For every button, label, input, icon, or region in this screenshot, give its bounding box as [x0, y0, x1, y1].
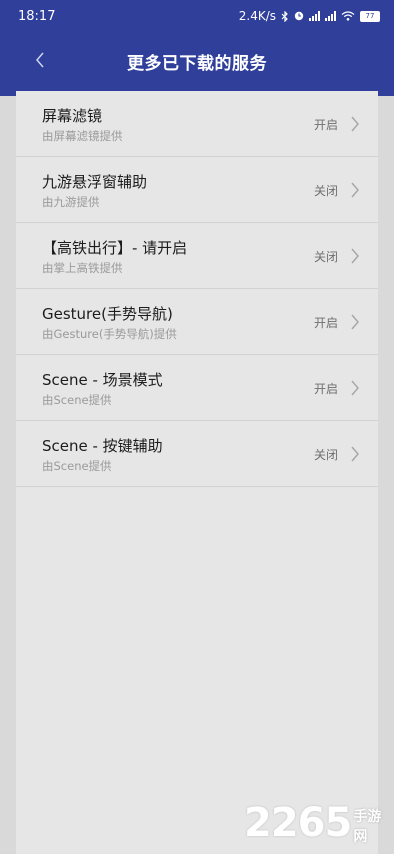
service-status: 关闭	[313, 184, 338, 198]
watermark-text: 手游网	[353, 809, 382, 845]
status-bar: 18:17 2.4K/s 77	[0, 0, 394, 32]
wifi-icon	[341, 11, 355, 21]
service-provider: 由掌上高铁提供	[42, 261, 123, 275]
service-status: 开启	[313, 316, 338, 330]
service-name: 屏幕滤镜	[42, 107, 103, 125]
list-item[interactable]: Scene - 场景模式 由Scene提供 开启	[16, 355, 378, 421]
service-status: 开启	[313, 118, 338, 132]
service-name: 【高铁出行】- 请开启	[42, 239, 188, 257]
list-item[interactable]: 【高铁出行】- 请开启 由掌上高铁提供 关闭	[16, 223, 378, 289]
page-title: 更多已下载的服务	[127, 54, 267, 74]
service-provider: 由Gesture(手势导航)提供	[42, 327, 177, 341]
signal-icon-1	[309, 11, 320, 21]
service-name: Scene - 按键辅助	[42, 437, 163, 455]
service-name: Scene - 场景模式	[42, 371, 163, 389]
list-item[interactable]: Gesture(手势导航) 由Gesture(手势导航)提供 开启	[16, 289, 378, 355]
watermark-number: 2265	[244, 800, 352, 846]
status-icons: 2.4K/s 77	[239, 9, 380, 23]
status-time: 18:17	[18, 8, 56, 24]
service-provider: 由Scene提供	[42, 393, 112, 407]
services-panel: 屏幕滤镜 由屏幕滤镜提供 开启 九游悬浮窗辅助 由九游提供 关闭 【高铁出行】-…	[16, 91, 378, 854]
chevron-right-icon	[351, 116, 359, 132]
site-watermark: 2265 手游网	[244, 800, 394, 846]
bluetooth-icon	[281, 10, 288, 22]
chevron-right-icon	[351, 446, 359, 462]
service-status: 开启	[313, 382, 338, 396]
alarm-icon	[294, 11, 304, 21]
chevron-right-icon	[351, 248, 359, 264]
list-item[interactable]: 屏幕滤镜 由屏幕滤镜提供 开启	[16, 91, 378, 157]
network-speed: 2.4K/s	[238, 9, 276, 23]
services-list: 屏幕滤镜 由屏幕滤镜提供 开启 九游悬浮窗辅助 由九游提供 关闭 【高铁出行】-…	[16, 91, 378, 487]
service-status: 关闭	[313, 250, 338, 264]
service-status: 关闭	[313, 448, 338, 462]
battery-icon: 77	[360, 10, 380, 22]
list-item[interactable]: Scene - 按键辅助 由Scene提供 关闭	[16, 421, 378, 487]
signal-icon-2	[325, 11, 336, 21]
chevron-right-icon	[351, 182, 359, 198]
chevron-right-icon	[351, 380, 359, 396]
service-provider: 由九游提供	[42, 195, 100, 209]
list-item[interactable]: 九游悬浮窗辅助 由九游提供 关闭	[16, 157, 378, 223]
app-header: 更多已下载的服务	[0, 32, 394, 96]
service-provider: 由屏幕滤镜提供	[42, 129, 123, 143]
chevron-right-icon	[351, 314, 359, 330]
service-provider: 由Scene提供	[42, 459, 112, 473]
service-name: Gesture(手势导航)	[42, 305, 173, 323]
service-name: 九游悬浮窗辅助	[42, 173, 148, 191]
